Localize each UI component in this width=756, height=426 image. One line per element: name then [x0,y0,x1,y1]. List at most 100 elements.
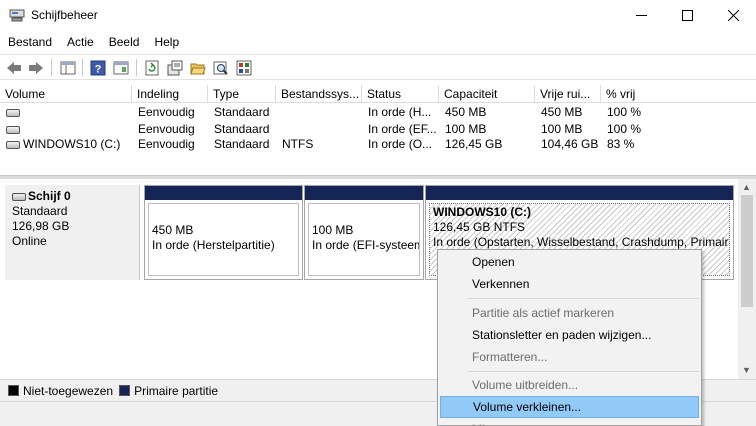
drive-icon [6,109,20,117]
column-header-status[interactable]: Status [362,85,439,103]
partition-bar [426,186,733,200]
cell-capacity: 126,45 GB [445,137,503,151]
open-folder-button[interactable] [188,58,208,77]
toolbar-separator [136,59,137,76]
minimize-icon [635,15,647,16]
disk-properties-button[interactable] [165,58,185,77]
back-button[interactable] [4,58,24,77]
menu-bar: Bestand Actie Beeld Help [0,31,756,53]
help-button[interactable]: ? [88,58,108,77]
column-header-percent-free[interactable]: % vrij [601,85,756,103]
menu-beeld[interactable]: Beeld [105,31,147,53]
column-header-volume[interactable]: Volume [0,85,132,103]
cell-type: Standaard [214,105,270,119]
disk-size: 126,98 GB [12,219,70,233]
menu-item-add-mirror[interactable]: Mirror toevoegen... [440,418,699,425]
drive-icon [12,192,26,201]
menu-item-format[interactable]: Formatteren... [440,346,699,368]
partition-body: 450 MB In orde (Herstelpartitie) [148,203,299,276]
column-header-type[interactable]: Type [208,85,276,103]
partition-status: In orde (Herstelpartitie) [152,238,275,252]
back-icon [7,61,21,74]
cell-free-space: 104,46 GB [541,137,599,151]
cell-percent-free: 83 % [607,137,635,151]
legend-label-unallocated: Niet-toegewezen [23,383,114,398]
menu-actie[interactable]: Actie [63,31,101,53]
menu-bestand[interactable]: Bestand [4,31,59,53]
menu-separator [468,298,699,299]
partition-status: In orde (Opstarten, Wisselbestand, Crash… [433,235,729,249]
menu-help[interactable]: Help [150,31,186,53]
svg-text:?: ? [95,63,102,75]
console-tree-icon [60,61,76,74]
column-header-free-space[interactable]: Vrije rui... [535,85,601,103]
disk-name: Schijf 0 [28,189,71,203]
window-title: Schijfbeheer [31,8,98,22]
partition-size: 100 MB [312,223,354,237]
disk-type: Standaard [12,204,68,218]
refresh-icon [145,60,159,75]
cell-percent-free: 100 % [607,122,642,136]
settings-list-button[interactable] [234,58,254,77]
legend-label-primary: Primaire partitie [134,383,219,398]
column-header-filesystem[interactable]: Bestandssys... [276,85,362,103]
menu-item-verkennen[interactable]: Verkennen [440,273,699,295]
menu-item-mark-active[interactable]: Partitie als actief markeren [440,302,699,324]
table-row[interactable]: Eenvoudig Standaard In orde (EF... 100 M… [0,122,756,137]
maximize-icon [681,10,693,21]
cell-type: Standaard [214,122,270,136]
disk-state: Online [12,234,47,248]
menu-item-change-drive-letter[interactable]: Stationsletter en paden wijzigen... [440,324,699,346]
table-row[interactable]: WINDOWS10 (C:) Eenvoudig Standaard NTFS … [0,137,756,152]
disk-properties-icon [167,60,183,75]
disk-name-row: Schijf 0 [12,189,139,204]
forward-icon [29,61,43,74]
scroll-up-icon[interactable]: ▲ [742,182,751,192]
menu-item-shrink-volume[interactable]: Volume verkleinen... [440,396,699,418]
column-header-capacity[interactable]: Capaciteit [439,85,535,103]
toolbar-separator [82,59,83,76]
search-icon [213,61,228,75]
console-tree-button[interactable] [58,58,78,77]
menu-item-extend-volume[interactable]: Volume uitbreiden... [440,374,699,396]
properties-view-button[interactable] [111,58,131,77]
refresh-button[interactable] [142,58,162,77]
partition-status: In orde (EFI-systeempartitie) [312,238,419,252]
table-row[interactable]: Eenvoudig Standaard In orde (H... 450 MB… [0,105,756,120]
minimize-button[interactable] [618,0,664,31]
cell-volume: WINDOWS10 (C:) [23,137,121,151]
menu-separator [468,371,699,372]
drive-icon [6,126,20,134]
legend-swatch-unallocated [8,385,19,396]
cell-indeling: Eenvoudig [138,105,195,119]
scroll-thumb[interactable] [741,195,753,307]
cell-type: Standaard [214,137,270,151]
forward-button[interactable] [26,58,46,77]
cell-indeling: Eenvoudig [138,122,195,136]
volume-list: Volume Indeling Type Bestandssys... Stat… [0,85,756,175]
scroll-down-icon[interactable]: ▼ [742,365,751,375]
cell-free-space: 100 MB [541,122,583,136]
partition-recovery[interactable]: 450 MB In orde (Herstelpartitie) [144,185,303,280]
cell-status: In orde (O... [368,137,433,151]
close-button[interactable] [710,0,756,31]
search-button[interactable] [211,58,231,77]
vertical-scrollbar[interactable]: ▲ ▼ [738,179,756,379]
menu-item-openen[interactable]: Openen [440,251,699,273]
partition-label [312,208,419,223]
disk-management-icon [9,9,25,22]
maximize-button[interactable] [664,0,710,31]
cell-status: In orde (EF... [368,122,437,136]
partition-label: WINDOWS10 (C:) [433,205,531,219]
column-header-indeling[interactable]: Indeling [132,85,208,103]
context-menu: Openen Verkennen Partitie als actief mar… [437,249,702,426]
partition-bar [145,186,302,200]
disk-info-panel[interactable]: Schijf 0 Standaard 126,98 GB Online [5,185,140,280]
cell-indeling: Eenvoudig [138,137,195,151]
partition-efi[interactable]: 100 MB In orde (EFI-systeempartitie) [304,185,424,280]
cell-status: In orde (H... [368,105,432,119]
cell-percent-free: 100 % [607,105,642,119]
column-headers: Volume Indeling Type Bestandssys... Stat… [0,85,756,103]
properties-view-icon [113,61,129,74]
cell-capacity: 100 MB [445,122,487,136]
